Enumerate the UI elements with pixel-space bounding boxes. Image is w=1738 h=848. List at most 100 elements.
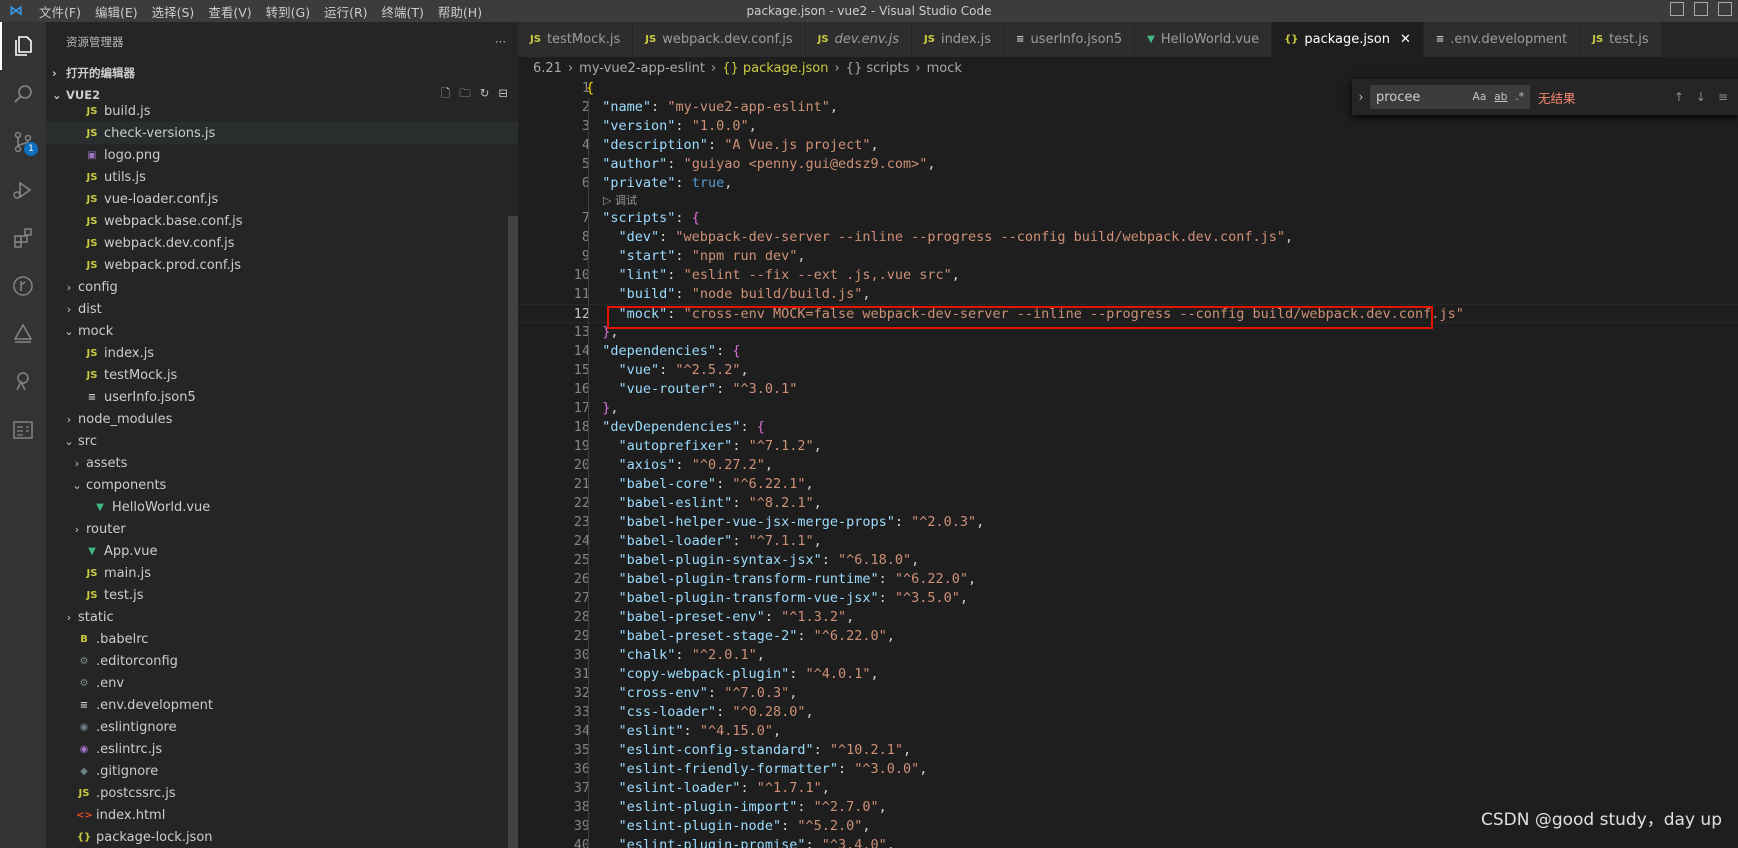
code-line[interactable]: 18 "devDependencies": { [518,418,1738,437]
code-line[interactable]: 27 "babel-plugin-transform-vue-jsx": "^3… [518,589,1738,608]
outline-panel-icon[interactable] [0,406,46,454]
code-line[interactable]: 4 "description": "A Vue.js project", [518,136,1738,155]
tree-file[interactable]: JS build.js [46,100,518,122]
menu-file[interactable]: 文件(F) [32,2,88,21]
tree-folder[interactable]: › dist [46,298,518,320]
tree-file[interactable]: ≡ .env.development [46,694,518,716]
code-line[interactable]: 28 "babel-preset-env": "^1.3.2", [518,608,1738,627]
tree-folder[interactable]: › config [46,276,518,298]
tree-file[interactable]: ◉ .eslintrc.js [46,738,518,760]
tree-file[interactable]: JS testMock.js [46,364,518,386]
toggle-replace-icon[interactable]: › [1352,90,1370,104]
editor-tab[interactable]: ≡ userInfo.json5 [1004,22,1136,57]
code-line[interactable]: 37 "eslint-loader": "^1.7.1", [518,779,1738,798]
tree-file[interactable]: JS webpack.base.conf.js [46,210,518,232]
tree-file[interactable]: JS main.js [46,562,518,584]
code-line[interactable]: 33 "css-loader": "^0.28.0", [518,703,1738,722]
editor-tab[interactable]: ▼ HelloWorld.vue [1135,22,1273,57]
tree-file[interactable]: JS index.js [46,342,518,364]
code-line[interactable]: 19 "autoprefixer": "^7.1.2", [518,437,1738,456]
tree-file[interactable]: ▼ HelloWorld.vue [46,496,518,518]
code-line[interactable]: 15 "vue": "^2.5.2", [518,361,1738,380]
tree-folder[interactable]: ⌄ mock [46,320,518,342]
editor-tab[interactable]: JS dev.env.js [805,22,913,57]
next-match-icon[interactable]: ↓ [1696,90,1706,104]
tree-file[interactable]: JS webpack.dev.conf.js [46,232,518,254]
code-line[interactable]: 25 "babel-plugin-syntax-jsx": "^6.18.0", [518,551,1738,570]
code-line[interactable]: 22 "babel-eslint": "^8.2.1", [518,494,1738,513]
code-line[interactable]: 17 }, [518,399,1738,418]
breadcrumb-item[interactable]: my-vue2-app-eslint [579,61,705,76]
git-graph-icon[interactable] [0,262,46,310]
close-tab-icon[interactable]: ✕ [1400,32,1411,47]
tree-file[interactable]: ≡ userInfo.json5 [46,386,518,408]
tree-file[interactable]: JS utils.js [46,166,518,188]
code-line[interactable]: 12 "mock": "cross-env MOCK=false webpack… [518,304,1738,323]
open-editors-section[interactable]: › 打开的编辑器 [46,62,518,84]
extensions-icon[interactable] [0,214,46,262]
code-line[interactable]: 35 "eslint-config-standard": "^10.2.1", [518,741,1738,760]
tree-file[interactable]: JS test.js [46,584,518,606]
tree-file[interactable]: ◉ .eslintignore [46,716,518,738]
editor-tab[interactable]: JS testMock.js [518,22,634,57]
code-line[interactable]: 40 "eslint-plugin-promise": "^3.4.0", [518,836,1738,848]
code-line[interactable]: 10 "lint": "eslint --fix --ext .js,.vue … [518,266,1738,285]
previous-match-icon[interactable]: ↑ [1674,90,1684,104]
code-line[interactable]: 36 "eslint-friendly-formatter": "^3.0.0"… [518,760,1738,779]
toggle-secondary-sidebar-icon[interactable] [1718,2,1732,16]
code-line[interactable]: 14 "dependencies": { [518,342,1738,361]
menu-go[interactable]: 转到(G) [259,2,317,21]
code-line[interactable]: 16 "vue-router": "^3.0.1" [518,380,1738,399]
editor-tab[interactable]: {} package.json ✕ [1272,22,1424,57]
code-line[interactable]: 29 "babel-preset-stage-2": "^6.22.0", [518,627,1738,646]
testing-icon[interactable] [0,358,46,406]
menu-view[interactable]: 查看(V) [201,2,258,21]
tree-file[interactable]: JS check-versions.js [46,122,518,144]
menu-terminal[interactable]: 终端(T) [375,2,431,21]
code-line[interactable]: 5 "author": "guiyao <penny.gui@edsz9.com… [518,155,1738,174]
code-line[interactable]: 26 "babel-plugin-transform-runtime": "^6… [518,570,1738,589]
code-line[interactable]: 7 "scripts": { [518,209,1738,228]
tree-folder[interactable]: › node_modules [46,408,518,430]
remote-explorer-icon[interactable] [0,310,46,358]
breadcrumb-item[interactable]: mock [927,61,962,76]
find-in-selection-icon[interactable]: ≡ [1718,90,1728,104]
tree-folder[interactable]: › assets [46,452,518,474]
breadcrumb-item[interactable]: {} package.json [722,61,828,76]
code-line[interactable]: 3 "version": "1.0.0", [518,117,1738,136]
tree-file[interactable]: ⚙ .editorconfig [46,650,518,672]
code-line[interactable]: 32 "cross-env": "^7.0.3", [518,684,1738,703]
editor-tab[interactable]: JS index.js [912,22,1005,57]
code-line[interactable]: 20 "axios": "^0.27.2", [518,456,1738,475]
breadcrumb-item[interactable]: 6.21 [533,61,562,76]
codelens-debug[interactable]: ▷ 调试 [518,193,1738,209]
code-line[interactable]: 9 "start": "npm run dev", [518,247,1738,266]
run-debug-icon[interactable] [0,166,46,214]
find-input[interactable]: procee Aa ab .* [1370,85,1530,109]
search-icon[interactable] [0,70,46,118]
match-case-icon[interactable]: Aa [1473,91,1487,103]
breadcrumb-item[interactable]: {} scripts [846,61,910,76]
match-whole-word-icon[interactable]: ab [1494,91,1507,103]
menu-help[interactable]: 帮助(H) [431,2,489,21]
code-line[interactable]: 31 "copy-webpack-plugin": "^4.0.1", [518,665,1738,684]
code-line[interactable]: 6 "private": true, [518,174,1738,193]
code-line[interactable]: 23 "babel-helper-vue-jsx-merge-props": "… [518,513,1738,532]
tree-folder[interactable]: › static [46,606,518,628]
tree-file[interactable]: JS vue-loader.conf.js [46,188,518,210]
menu-selection[interactable]: 选择(S) [145,2,202,21]
regex-icon[interactable]: .* [1515,91,1524,103]
tree-folder[interactable]: › router [46,518,518,540]
toggle-sidebar-icon[interactable] [1670,2,1684,16]
tree-file[interactable]: <> index.html [46,804,518,826]
tree-file[interactable]: JS .postcssrc.js [46,782,518,804]
tree-file[interactable]: {} package-lock.json [46,826,518,848]
editor-tab[interactable]: JS test.js [1580,22,1662,57]
editor-tab[interactable]: JS webpack.dev.conf.js [633,22,806,57]
tree-folder[interactable]: ⌄ components [46,474,518,496]
code-line[interactable]: 11 "build": "node build/build.js", [518,285,1738,304]
sidebar-scrollbar[interactable] [508,216,518,848]
editor-tab[interactable]: ≡ .env.development [1423,22,1581,57]
toggle-panel-icon[interactable] [1694,2,1708,16]
code-line[interactable]: 34 "eslint": "^4.15.0", [518,722,1738,741]
